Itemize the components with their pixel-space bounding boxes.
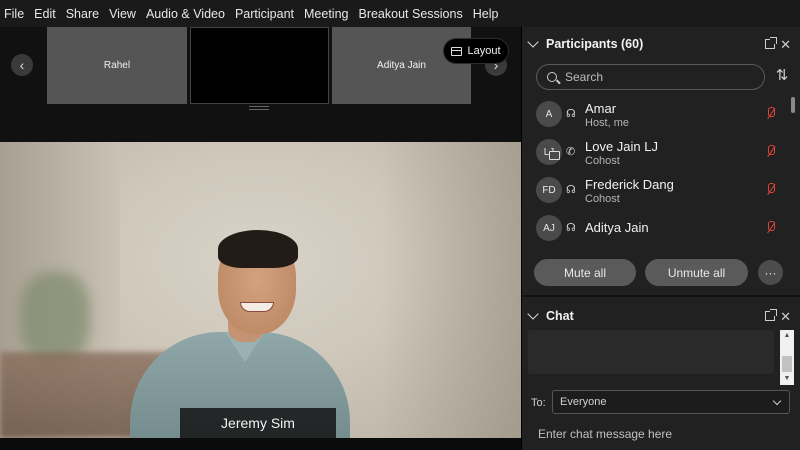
speaker-hair xyxy=(218,230,298,268)
chat-messages xyxy=(528,330,774,374)
screen-share-icon xyxy=(549,151,560,160)
mic-muted-icon[interactable] xyxy=(766,183,776,197)
participant-row[interactable]: LJ ✆ Love Jain LJ Cohost xyxy=(522,133,792,171)
phone-icon: ✆ xyxy=(566,146,576,158)
participant-row[interactable]: FD ☊ Frederick Dang Cohost xyxy=(522,171,792,209)
video-tile-rahel[interactable]: Rahel xyxy=(47,27,187,104)
menu-meeting[interactable]: Meeting xyxy=(304,7,348,21)
popout-icon[interactable] xyxy=(765,309,777,321)
background-shade xyxy=(380,142,521,438)
scroll-thumb[interactable] xyxy=(782,356,792,372)
layout-button[interactable]: Layout xyxy=(443,38,509,64)
unmute-all-button[interactable]: Unmute all xyxy=(645,259,748,286)
background-plant xyxy=(20,272,90,362)
chat-recipient-select[interactable]: Everyone xyxy=(552,390,790,414)
participant-list-scrollbar[interactable] xyxy=(791,97,795,113)
participants-header[interactable]: Participants (60) ✕ xyxy=(522,29,800,59)
chevron-down-icon xyxy=(772,396,782,406)
participant-search[interactable] xyxy=(536,64,765,90)
video-tile-blank[interactable] xyxy=(190,27,329,104)
tile-name: Rahel xyxy=(103,60,131,71)
filmstrip-prev-button[interactable]: ‹ xyxy=(11,54,33,76)
close-icon[interactable]: ✕ xyxy=(780,38,791,51)
menu-audio-video[interactable]: Audio & Video xyxy=(146,7,225,21)
more-options-button[interactable]: ··· xyxy=(758,260,783,285)
chat-title: Chat xyxy=(546,309,574,323)
participant-name: Aditya Jain xyxy=(585,220,649,235)
speaker-name-tag: Jeremy Sim xyxy=(180,408,336,438)
participant-name: Love Jain LJ xyxy=(585,139,658,154)
menu-participant[interactable]: Participant xyxy=(235,7,294,21)
participant-role: Host, me xyxy=(585,117,630,129)
menu-view[interactable]: View xyxy=(109,7,136,21)
filmstrip-resize-handle[interactable] xyxy=(249,106,269,110)
tile-name: Aditya Jain xyxy=(377,60,426,71)
close-icon[interactable]: ✕ xyxy=(780,310,791,323)
chat-to-label: To: xyxy=(531,397,546,409)
sort-icon[interactable]: ⇅ xyxy=(774,68,790,84)
active-speaker-video: Jeremy Sim xyxy=(0,142,521,438)
video-bottom-bar xyxy=(0,438,521,450)
video-filmstrip: ‹ Rahel Aditya Jain › Layout xyxy=(0,27,521,142)
chevron-left-icon: ‹ xyxy=(19,57,25,73)
panel-divider[interactable] xyxy=(522,295,800,297)
chat-scrollbar[interactable]: ▲ ▼ xyxy=(780,330,794,385)
menu-edit[interactable]: Edit xyxy=(34,7,56,21)
scroll-down-icon[interactable]: ▼ xyxy=(780,374,794,384)
layout-icon xyxy=(451,46,463,56)
participant-role: Cohost xyxy=(585,155,620,167)
menu-breakout-sessions[interactable]: Breakout Sessions xyxy=(358,7,462,21)
chevron-down-icon[interactable] xyxy=(527,36,539,48)
mute-all-button[interactable]: Mute all xyxy=(534,259,636,286)
participant-name: Amar xyxy=(585,101,617,116)
menu-share[interactable]: Share xyxy=(66,7,99,21)
search-input[interactable] xyxy=(565,70,745,84)
participant-row[interactable]: AJ ☊ Aditya Jain xyxy=(522,209,792,247)
headset-icon: ☊ xyxy=(566,184,576,196)
participant-role: Cohost xyxy=(585,193,620,205)
headset-icon: ☊ xyxy=(566,222,576,234)
menu-help[interactable]: Help xyxy=(473,7,499,21)
side-panel: Participants (60) ✕ ⇅ A ☊ Amar Host, me … xyxy=(521,27,800,450)
avatar: AJ xyxy=(536,215,562,241)
participant-name: Frederick Dang xyxy=(585,177,674,192)
speaker-smile xyxy=(240,302,274,312)
menu-bar: File Edit Share View Audio & Video Parti… xyxy=(0,0,800,27)
mic-muted-icon[interactable] xyxy=(766,145,776,159)
menu-file[interactable]: File xyxy=(4,7,24,21)
avatar: FD xyxy=(536,177,562,203)
chat-message-input[interactable] xyxy=(538,427,778,441)
chevron-down-icon[interactable] xyxy=(527,308,539,320)
layout-label: Layout xyxy=(467,45,501,57)
chat-recipient-value: Everyone xyxy=(560,396,607,408)
popout-icon[interactable] xyxy=(765,37,777,49)
participant-row[interactable]: A ☊ Amar Host, me xyxy=(522,95,792,133)
mic-muted-icon[interactable] xyxy=(766,221,776,235)
avatar: A xyxy=(536,101,562,127)
chat-header[interactable]: Chat ✕ xyxy=(522,301,800,331)
search-icon xyxy=(547,72,557,82)
scroll-up-icon[interactable]: ▲ xyxy=(780,331,794,341)
headset-icon: ☊ xyxy=(566,108,576,120)
participants-title: Participants (60) xyxy=(546,37,644,51)
mic-muted-icon[interactable] xyxy=(766,107,776,121)
